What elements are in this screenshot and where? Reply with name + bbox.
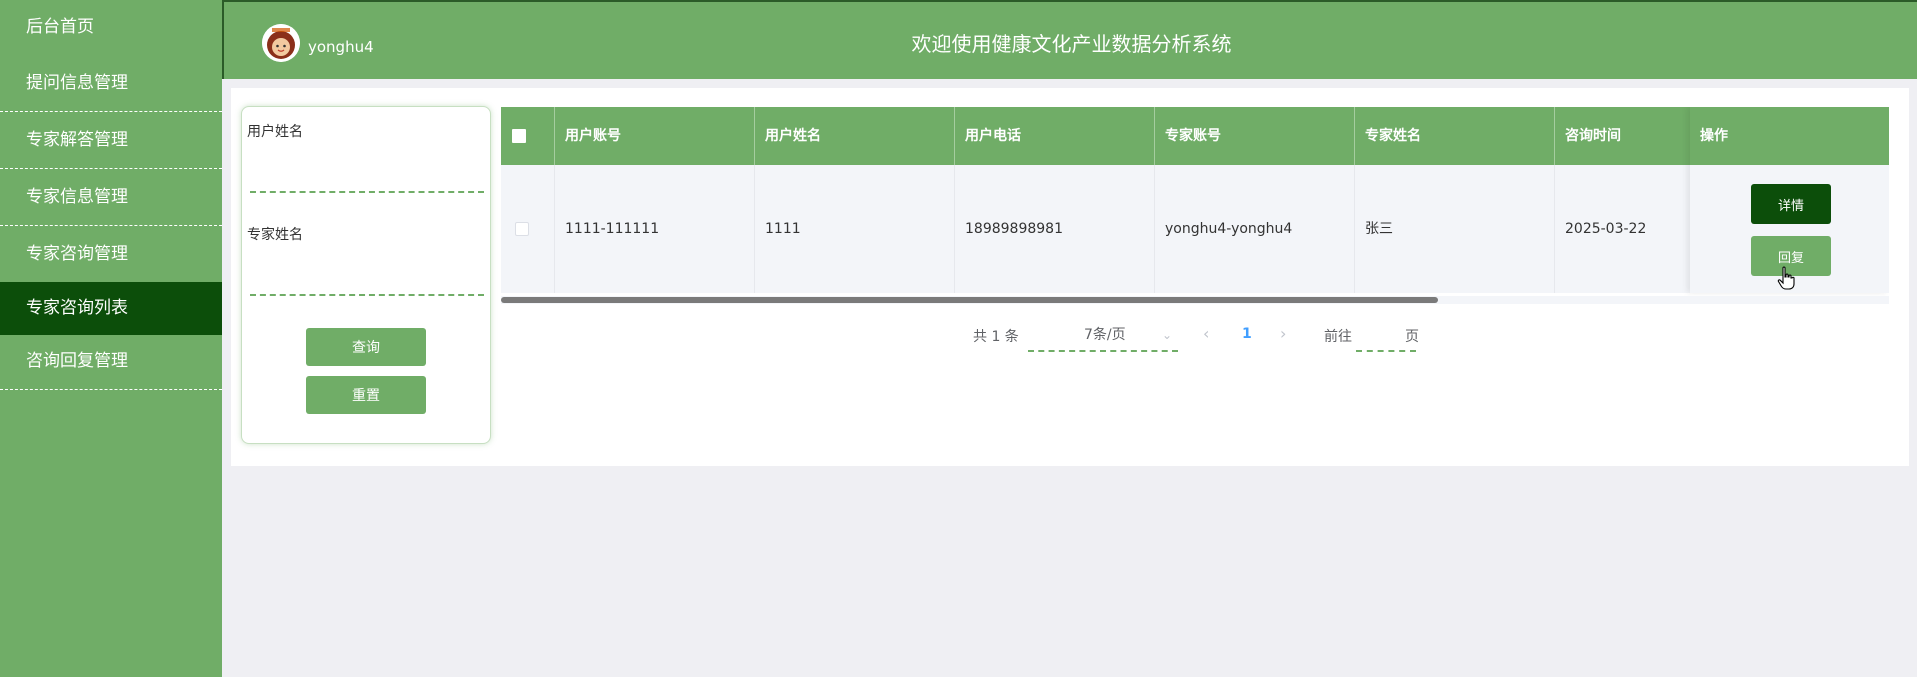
page-size-select[interactable]: 7条/页 ⌄ <box>1028 324 1178 352</box>
goto-label: 前往 <box>1324 329 1352 345</box>
column-header-operations: 操作 <box>1690 107 1889 165</box>
query-button[interactable]: 查询 <box>306 328 426 366</box>
expert-name-label: 专家姓名 <box>247 227 303 243</box>
hand-pointer-icon <box>1777 266 1795 290</box>
column-header-expert-account: 专家账号 <box>1155 107 1355 165</box>
scrollbar-thumb[interactable] <box>501 297 1438 303</box>
sidebar-item-expert-consult-management[interactable]: 专家咨询管理 <box>0 226 222 283</box>
next-page-icon[interactable]: › <box>1280 324 1286 343</box>
cell-user-phone: 18989898981 <box>955 165 1155 293</box>
page-number-1[interactable]: 1 <box>1242 326 1252 342</box>
select-all-checkbox[interactable] <box>512 129 526 143</box>
pagination-total: 共 1 条 <box>973 329 1019 345</box>
main-content: 用户姓名 专家姓名 查询 重置 用户账号 用户姓名 用户电话 专家账号 专家姓名… <box>231 88 1909 466</box>
sidebar-item-home[interactable]: 后台首页 <box>0 0 222 57</box>
expert-name-input[interactable] <box>250 268 484 296</box>
sidebar-item-consult-reply-management[interactable]: 咨询回复管理 <box>0 335 222 390</box>
goto-suffix: 页 <box>1405 329 1419 345</box>
chevron-down-icon: ⌄ <box>1161 328 1172 342</box>
sidebar-item-expert-info-management[interactable]: 专家信息管理 <box>0 169 222 226</box>
top-header: yonghu4 欢迎使用健康文化产业数据分析系统 <box>222 0 1917 79</box>
cell-user-name: 1111 <box>755 165 955 293</box>
cell-user-account: 1111-111111 <box>555 165 755 293</box>
sidebar-item-expert-answer-management[interactable]: 专家解答管理 <box>0 112 222 169</box>
data-table: 用户账号 用户姓名 用户电话 专家账号 专家姓名 咨询时间 1111-11111… <box>501 107 1889 301</box>
row-checkbox[interactable] <box>515 222 529 236</box>
select-all-cell <box>501 107 555 165</box>
column-header-user-account: 用户账号 <box>555 107 755 165</box>
detail-button[interactable]: 详情 <box>1751 184 1831 224</box>
sidebar-item-expert-consult-list[interactable]: 专家咨询列表 <box>0 282 222 335</box>
table-header: 用户账号 用户姓名 用户电话 专家账号 专家姓名 咨询时间 <box>501 107 1889 165</box>
page-size-value: 7条/页 <box>1084 327 1126 343</box>
prev-page-icon[interactable]: ‹ <box>1203 324 1209 343</box>
column-header-user-name: 用户姓名 <box>755 107 955 165</box>
page-title: 欢迎使用健康文化产业数据分析系统 <box>911 32 1232 56</box>
row-select-cell <box>501 165 555 293</box>
user-name-input[interactable] <box>250 165 484 193</box>
user-name-label: 用户姓名 <box>247 124 303 140</box>
column-header-user-phone: 用户电话 <box>955 107 1155 165</box>
horizontal-scrollbar[interactable] <box>501 296 1889 304</box>
column-header-expert-name: 专家姓名 <box>1355 107 1555 165</box>
reset-button[interactable]: 重置 <box>306 376 426 414</box>
sidebar-item-question-management[interactable]: 提问信息管理 <box>0 55 222 112</box>
table-row: 1111-111111 1111 18989898981 yonghu4-yon… <box>501 165 1889 293</box>
search-panel: 用户姓名 专家姓名 查询 重置 <box>241 106 491 444</box>
cell-expert-account: yonghu4-yonghu4 <box>1155 165 1355 293</box>
sidebar: 后台首页 提问信息管理 专家解答管理 专家信息管理 专家咨询管理 专家咨询列表 … <box>0 0 222 677</box>
cell-expert-name: 张三 <box>1355 165 1555 293</box>
